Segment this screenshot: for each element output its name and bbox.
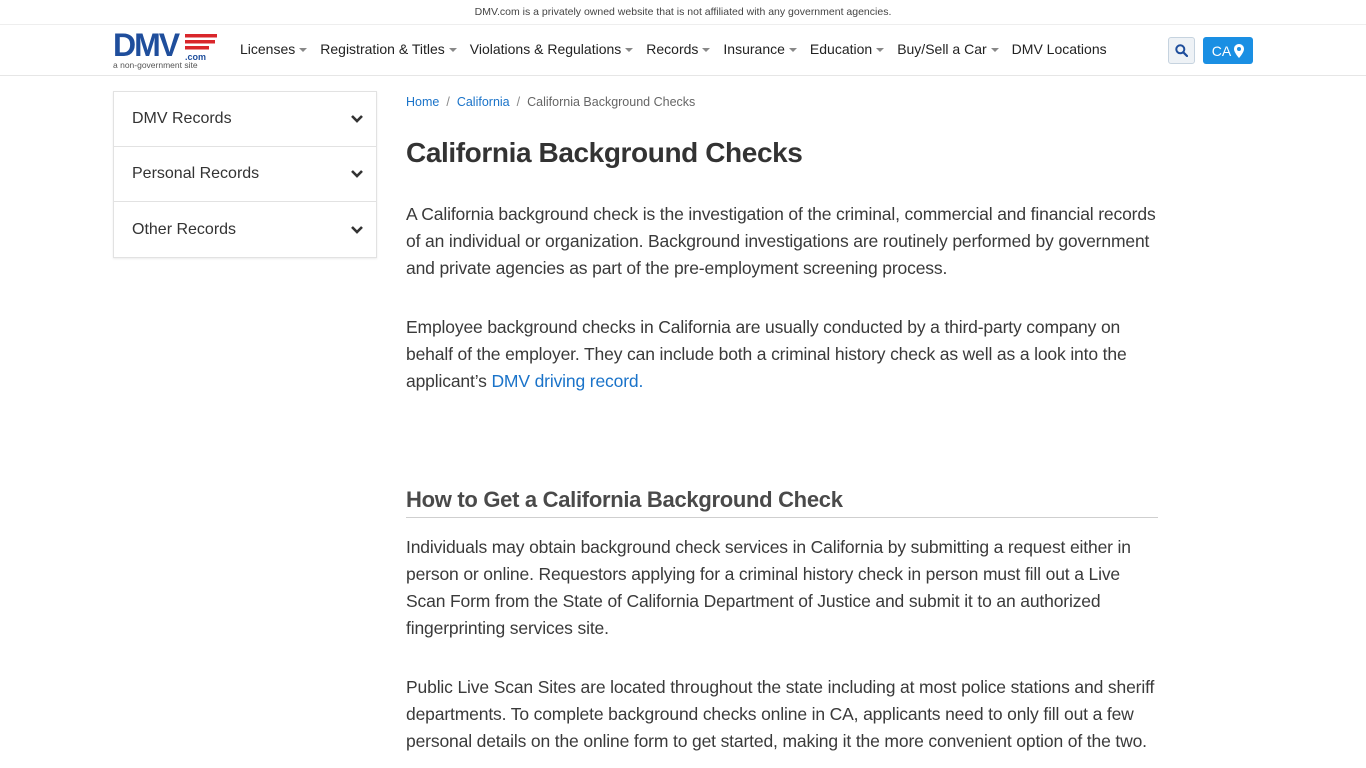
caret-down-icon — [788, 48, 797, 52]
nav-records[interactable]: Records — [646, 41, 711, 57]
intro-paragraph: A California background check is the inv… — [406, 204, 1156, 278]
caret-down-icon — [299, 48, 308, 52]
breadcrumb: Home / California / California Background Ch… — [406, 91, 1158, 113]
live-scan-paragraph: Public Live Scan Sites are located throu… — [406, 677, 1155, 751]
disclaimer-text: DMV.com is a privately owned website tha… — [474, 6, 892, 18]
chevron-down-icon — [351, 170, 363, 178]
breadcrumb-home-link[interactable]: Home — [406, 95, 439, 109]
article-main: Home / California / California Background Ch… — [406, 91, 1158, 755]
sidebar-item-personal-records[interactable]: Personal Records — [114, 147, 376, 202]
records-sidebar: DMV Records Personal Records Other Recor… — [113, 91, 377, 258]
sidebar-item-other-records[interactable]: Other Records — [114, 202, 376, 257]
sidebar-item-label: Other Records — [132, 220, 237, 238]
breadcrumb-separator: / — [446, 95, 450, 109]
logo-tagline: a non-government site — [113, 60, 198, 70]
dmv-driving-record-link[interactable]: DMV driving record. — [491, 371, 643, 391]
breadcrumb-current: California Background Checks — [527, 95, 696, 109]
sidebar-item-label: DMV Records — [132, 110, 232, 127]
dmv-logo[interactable]: DMV .com a non-government site — [113, 29, 223, 73]
logo-wordmark: DMV — [113, 29, 181, 63]
caret-down-icon — [702, 48, 711, 52]
section-heading-how-to: How to Get a California Background Check — [406, 487, 1158, 518]
map-pin-icon — [1234, 43, 1245, 58]
nav-buy-sell-car[interactable]: Buy/Sell a Car — [897, 41, 999, 57]
caret-down-icon — [448, 48, 457, 52]
breadcrumb-state-link[interactable]: California — [457, 95, 510, 109]
caret-down-icon — [876, 48, 885, 52]
chevron-down-icon — [351, 225, 363, 234]
employee-checks-paragraph: Employee background checks in California… — [406, 314, 1158, 395]
chevron-down-icon — [351, 115, 363, 123]
dmv-logo-mark: DMV .com — [113, 29, 217, 63]
sidebar-item-dmv-records[interactable]: DMV Records — [114, 92, 376, 147]
nav-registration-titles[interactable]: Registration & Titles — [320, 41, 457, 57]
nav-licenses[interactable]: Licenses — [240, 41, 308, 57]
caret-down-icon — [625, 48, 634, 52]
how-to-paragraph: Individuals may obtain background check … — [406, 537, 1131, 638]
state-label: CA — [1211, 42, 1232, 59]
nav-dmv-locations[interactable]: DMV Locations — [1012, 41, 1107, 57]
site-header: DMV .com a non-government site Licenses … — [0, 25, 1366, 76]
state-selector-button[interactable]: CA — [1203, 37, 1253, 64]
caret-down-icon — [990, 48, 999, 52]
search-button[interactable] — [1168, 37, 1195, 64]
page-title: California Background Checks — [406, 137, 803, 168]
nav-education[interactable]: Education — [810, 41, 885, 57]
breadcrumb-separator: / — [516, 95, 521, 109]
nav-insurance[interactable]: Insurance — [723, 41, 797, 57]
search-icon — [1175, 44, 1188, 57]
sidebar-item-label: Personal Records — [132, 165, 260, 182]
disclaimer-bar: DMV.com is a privately owned website tha… — [0, 0, 1366, 25]
main-nav: Licenses Registration & Titles Violation… — [240, 25, 1120, 73]
nav-violations-regulations[interactable]: Violations & Regulations — [470, 41, 634, 57]
